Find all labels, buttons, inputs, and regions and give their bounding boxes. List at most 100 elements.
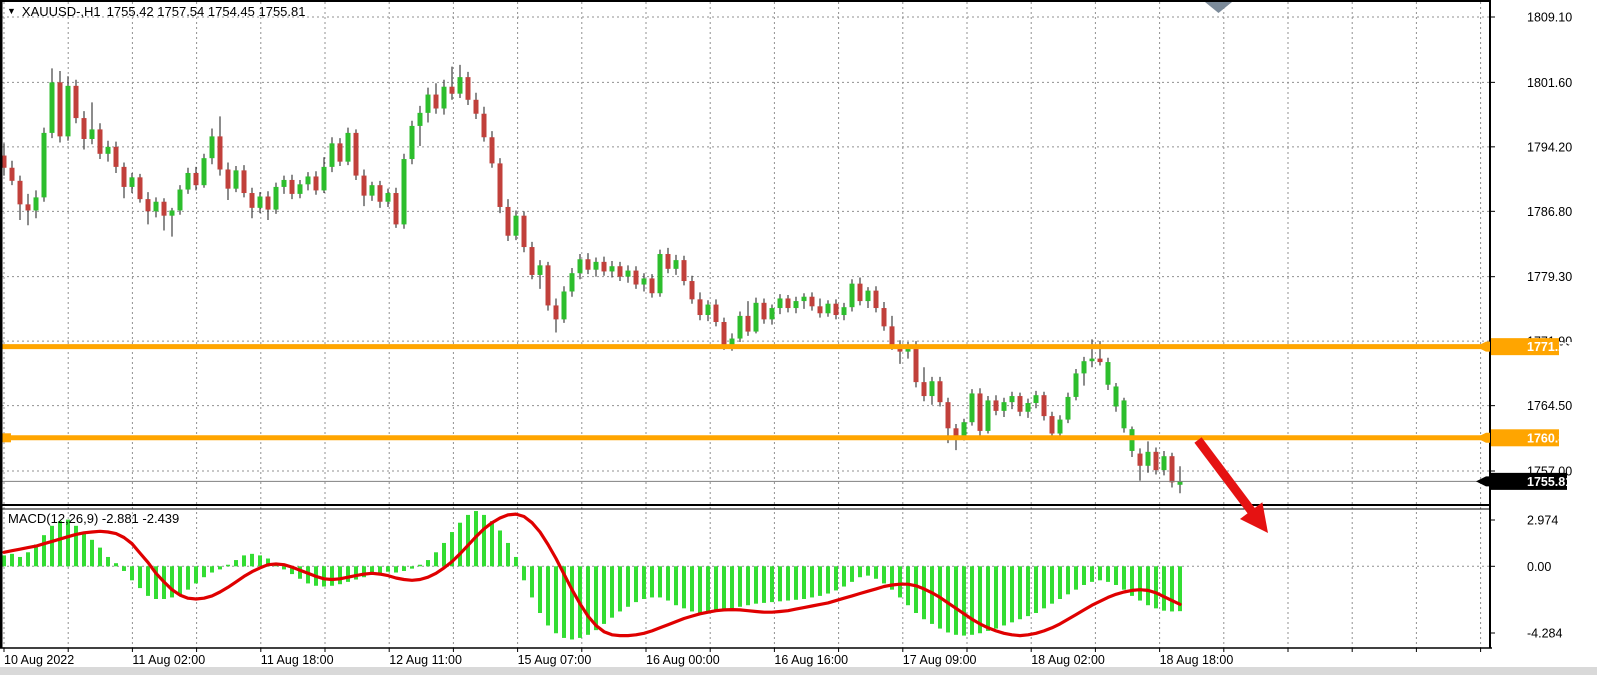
macd-bar (66, 520, 70, 567)
time-tick-label: 18 Aug 02:00 (1031, 653, 1105, 667)
bull-candle (210, 136, 215, 158)
macd-bar (914, 566, 918, 613)
symbol-dropdown-icon[interactable]: ▼ (7, 7, 16, 16)
bull-candle (706, 305, 711, 315)
bull-candle (42, 133, 47, 197)
bull-candle (674, 260, 679, 269)
macd-bar (1042, 566, 1046, 608)
bear-candle (194, 173, 199, 185)
macd-bar (530, 566, 534, 597)
macd-bar (674, 566, 678, 605)
macd-bar (250, 554, 254, 566)
bear-candle (546, 265, 551, 305)
bear-candle (818, 306, 823, 313)
bull-candle (562, 291, 567, 319)
macd-bar (258, 555, 262, 566)
macd-bar (954, 566, 958, 635)
macd-bar (986, 566, 990, 631)
hline-anchor-handle[interactable] (2, 433, 11, 442)
bull-candle (50, 82, 55, 133)
bear-candle (242, 170, 247, 193)
macd-bar (786, 566, 790, 600)
macd-bar (194, 566, 198, 583)
time-tick-label: 18 Aug 18:00 (1160, 653, 1234, 667)
chart-canvas[interactable]: 1809.101801.601794.201786.801779.301771.… (0, 0, 1597, 675)
time-tick-label: 17 Aug 09:00 (903, 653, 977, 667)
bull-candle (802, 297, 807, 301)
bear-candle (506, 207, 511, 236)
bear-candle (1098, 359, 1103, 362)
bull-candle (306, 176, 311, 184)
bull-candle (370, 185, 375, 195)
bull-candle (962, 422, 967, 437)
bull-candle (658, 254, 663, 293)
macd-bar (402, 566, 406, 571)
macd-bar (386, 566, 390, 571)
bull-candle (1162, 456, 1167, 470)
bull-candle (930, 381, 935, 396)
bear-candle (602, 262, 607, 272)
macd-bar (114, 563, 118, 566)
bull-candle (842, 307, 847, 315)
macd-bar (482, 515, 486, 566)
macd-bar (970, 566, 974, 635)
bear-candle (650, 278, 655, 293)
bear-candle (786, 298, 791, 308)
bear-candle (690, 281, 695, 299)
bull-candle (1066, 397, 1071, 420)
bear-candle (530, 247, 535, 275)
macd-bar (546, 566, 550, 625)
price-tick-label: 1779.30 (1527, 270, 1572, 284)
macd-bar (706, 566, 710, 613)
time-tick-label: 11 Aug 18:00 (261, 653, 334, 667)
bull-candle (298, 184, 303, 194)
bull-candle (850, 284, 855, 308)
bear-candle (314, 176, 319, 190)
chart-left-border (0, 0, 3, 648)
macd-bar (1002, 566, 1006, 625)
macd-bar (378, 566, 382, 573)
bear-candle (834, 304, 839, 315)
bear-candle (1170, 456, 1175, 482)
time-tick-label: 16 Aug 00:00 (646, 653, 720, 667)
time-tick-label: 11 Aug 02:00 (132, 653, 205, 667)
macd-bar (1010, 566, 1014, 622)
bear-candle (1050, 416, 1055, 433)
macd-bar (762, 566, 766, 603)
macd-bar (1098, 566, 1102, 580)
macd-bar (234, 560, 238, 566)
bull-candle (778, 298, 783, 308)
macd-bar (74, 526, 78, 566)
bull-candle (258, 197, 263, 208)
bull-candle (1106, 362, 1111, 385)
bull-candle (154, 202, 159, 212)
bear-candle (1154, 452, 1159, 470)
macd-bar (242, 555, 246, 566)
chart-top-border (0, 0, 1490, 2)
bear-candle (914, 346, 919, 382)
macd-bar (50, 526, 54, 566)
bear-candle (122, 167, 127, 187)
bear-candle (554, 305, 559, 319)
bear-candle (378, 185, 383, 202)
bear-candle (714, 305, 719, 322)
bear-candle (922, 382, 927, 396)
bear-candle (58, 82, 63, 136)
macd-bar (1170, 566, 1174, 611)
bull-candle (1114, 386, 1119, 406)
bear-candle (450, 87, 455, 94)
bull-candle (986, 400, 991, 430)
macd-bar (1026, 566, 1030, 616)
macd-bar (586, 566, 590, 635)
bear-candle (490, 137, 495, 163)
macd-bar (42, 535, 46, 566)
bull-candle (1074, 373, 1079, 397)
bear-candle (474, 100, 479, 114)
macd-bar (610, 566, 614, 617)
macd-bar (722, 566, 726, 610)
chart-title: ▼ XAUUSD-,H1 1755.42 1757.54 1754.45 175… (7, 4, 305, 19)
bear-candle (394, 193, 399, 224)
bull-candle (1122, 400, 1127, 428)
bear-candle (762, 303, 767, 320)
bear-candle (722, 322, 727, 345)
